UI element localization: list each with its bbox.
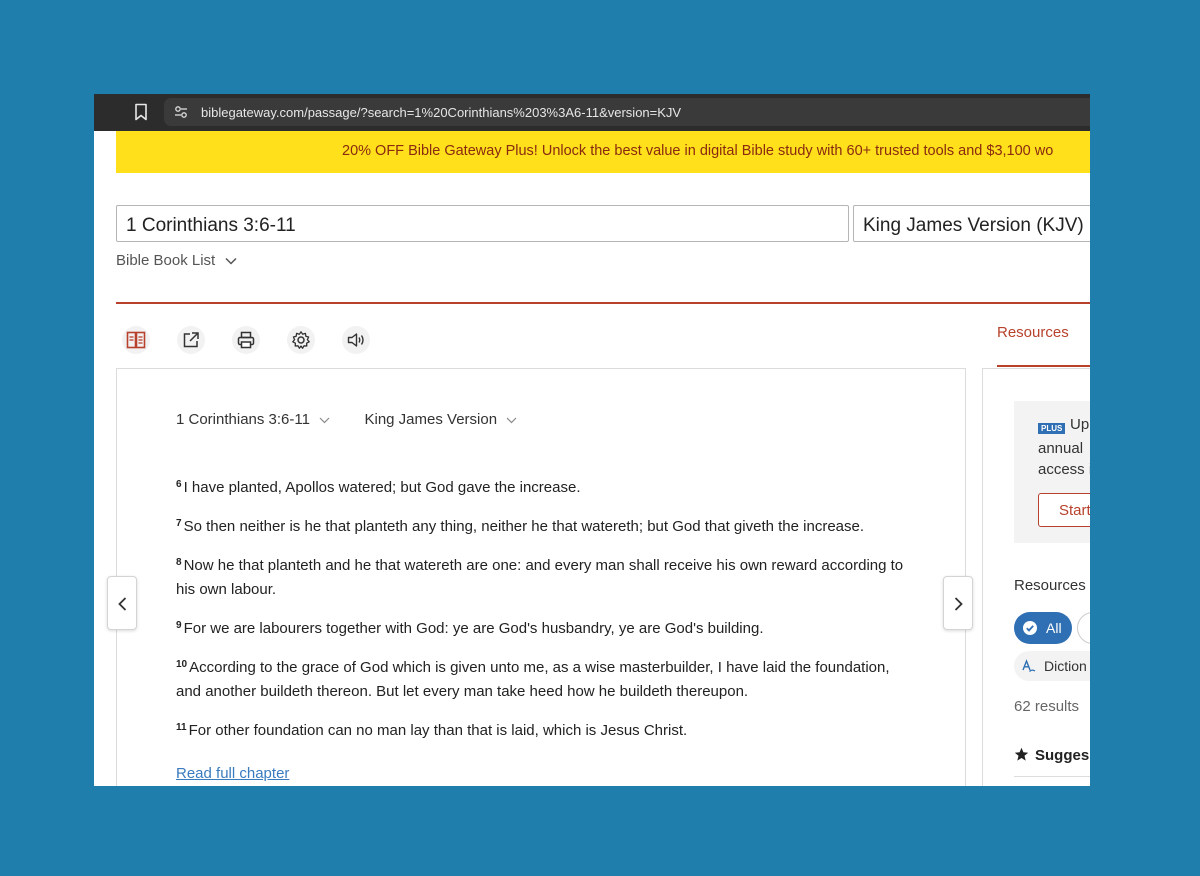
- read-full-chapter-link[interactable]: Read full chapter: [176, 765, 289, 782]
- settings-button[interactable]: [287, 326, 315, 354]
- resources-for-heading: Resources f: [1014, 577, 1090, 594]
- tab-resources[interactable]: Resources: [997, 324, 1090, 341]
- verse-number: 6: [176, 479, 182, 490]
- print-button[interactable]: [232, 326, 260, 354]
- passage-version-dropdown[interactable]: King James Version: [364, 411, 517, 428]
- passage-reference: 1 Corinthians 3:6-11: [176, 411, 310, 428]
- verse-text: Now he that planteth and he that wateret…: [176, 557, 904, 598]
- verse-text: For other foundation can no man lay than…: [188, 722, 688, 739]
- bible-book-list-dropdown[interactable]: Bible Book List: [116, 252, 237, 269]
- share-icon: [183, 332, 199, 348]
- suggested-label: Sugges: [1035, 747, 1090, 764]
- start-trial-button[interactable]: Start: [1038, 493, 1090, 527]
- access-text: access i: [1038, 461, 1090, 478]
- verse-text: I have planted, Apollos watered; but God…: [183, 479, 581, 496]
- results-count: 62 results: [1014, 698, 1080, 715]
- promo-banner[interactable]: 20% OFF Bible Gateway Plus! Unlock the b…: [116, 131, 1090, 173]
- previous-passage-button[interactable]: [107, 576, 137, 630]
- verse-6: 6I have planted, Apollos watered; but Go…: [176, 473, 916, 500]
- promo-text: 20% OFF Bible Gateway Plus! Unlock the b…: [342, 143, 1054, 159]
- audio-button[interactable]: [342, 326, 370, 354]
- passage-reference-dropdown[interactable]: 1 Corinthians 3:6-11: [176, 411, 334, 428]
- filter-dictionary-label: Diction: [1044, 658, 1087, 674]
- passage-version: King James Version: [364, 411, 498, 428]
- verse-number: 8: [176, 557, 182, 568]
- passage-search-input[interactable]: 1 Corinthians 3:6-11: [116, 205, 849, 242]
- chevron-left-icon: [118, 597, 127, 611]
- filter-all-button[interactable]: All: [1014, 612, 1072, 644]
- chevron-down-icon: [506, 417, 517, 423]
- upgrade-text: Up: [1070, 416, 1090, 433]
- tab-resources-underline: [997, 365, 1090, 367]
- share-button[interactable]: [177, 326, 205, 354]
- print-icon: [237, 331, 255, 349]
- filter-dictionary-button[interactable]: Diction: [1014, 651, 1090, 681]
- verse-text: So then neither is he that planteth any …: [183, 518, 865, 535]
- verse-7: 7 So then neither is he that planteth any…: [176, 512, 916, 539]
- suggested-divider: [1014, 776, 1090, 777]
- chevron-down-icon: [225, 258, 237, 265]
- verse-text: According to the grace of God which is g…: [176, 659, 890, 700]
- dictionary-icon: [1022, 659, 1036, 672]
- bookmark-icon[interactable]: [133, 103, 149, 121]
- chevron-down-icon: [319, 417, 330, 423]
- verse-10: 10 According to the grace of God which is…: [176, 653, 916, 704]
- browser-address-bar: biblegateway.com/passage/?search=1%20Cor…: [94, 94, 1090, 131]
- chevron-right-icon: [954, 597, 963, 611]
- url-field[interactable]: biblegateway.com/passage/?search=1%20Cor…: [164, 98, 1090, 126]
- verse-number: 10: [176, 659, 188, 670]
- parallel-view-icon: [126, 331, 146, 349]
- passage-panel: 1 Corinthians 3:6-11 King James Version …: [116, 368, 966, 786]
- annual-text: annual: [1038, 440, 1084, 457]
- upgrade-description: annual access i: [1038, 438, 1090, 480]
- section-divider: [116, 302, 1090, 304]
- version-select[interactable]: King James Version (KJV): [853, 205, 1090, 242]
- plus-badge: PLUS: [1038, 423, 1066, 434]
- verse-8: 8 Now he that planteth and he that watere…: [176, 551, 916, 602]
- verse-9: 9 For we are labourers together with God:…: [176, 614, 916, 641]
- passage-header: 1 Corinthians 3:6-11 King James Version: [176, 411, 517, 428]
- star-icon: [1014, 747, 1029, 761]
- next-passage-button[interactable]: [943, 576, 973, 630]
- parallel-view-button[interactable]: [122, 326, 150, 354]
- url-text: biblegateway.com/passage/?search=1%20Cor…: [201, 105, 682, 120]
- plus-upgrade-card: PLUS Up annual access i Start: [1014, 401, 1090, 543]
- verse-number: 9: [176, 620, 182, 631]
- browser-window: biblegateway.com/passage/?search=1%20Cor…: [94, 94, 1090, 786]
- verse-number: 7: [176, 518, 182, 529]
- suggested-heading: Sugges: [1014, 747, 1089, 764]
- verse-text: For we are labourers together with God: …: [183, 620, 764, 637]
- verse-11: 11 For other foundation can no man lay th…: [176, 716, 916, 743]
- filter-all-label: All: [1046, 620, 1062, 636]
- bible-book-list-label: Bible Book List: [116, 252, 216, 269]
- gear-icon: [292, 331, 310, 349]
- verse-number: 11: [176, 722, 187, 733]
- site-settings-icon[interactable]: [174, 105, 188, 119]
- check-circle-icon: [1023, 621, 1037, 635]
- speaker-icon: [347, 333, 364, 347]
